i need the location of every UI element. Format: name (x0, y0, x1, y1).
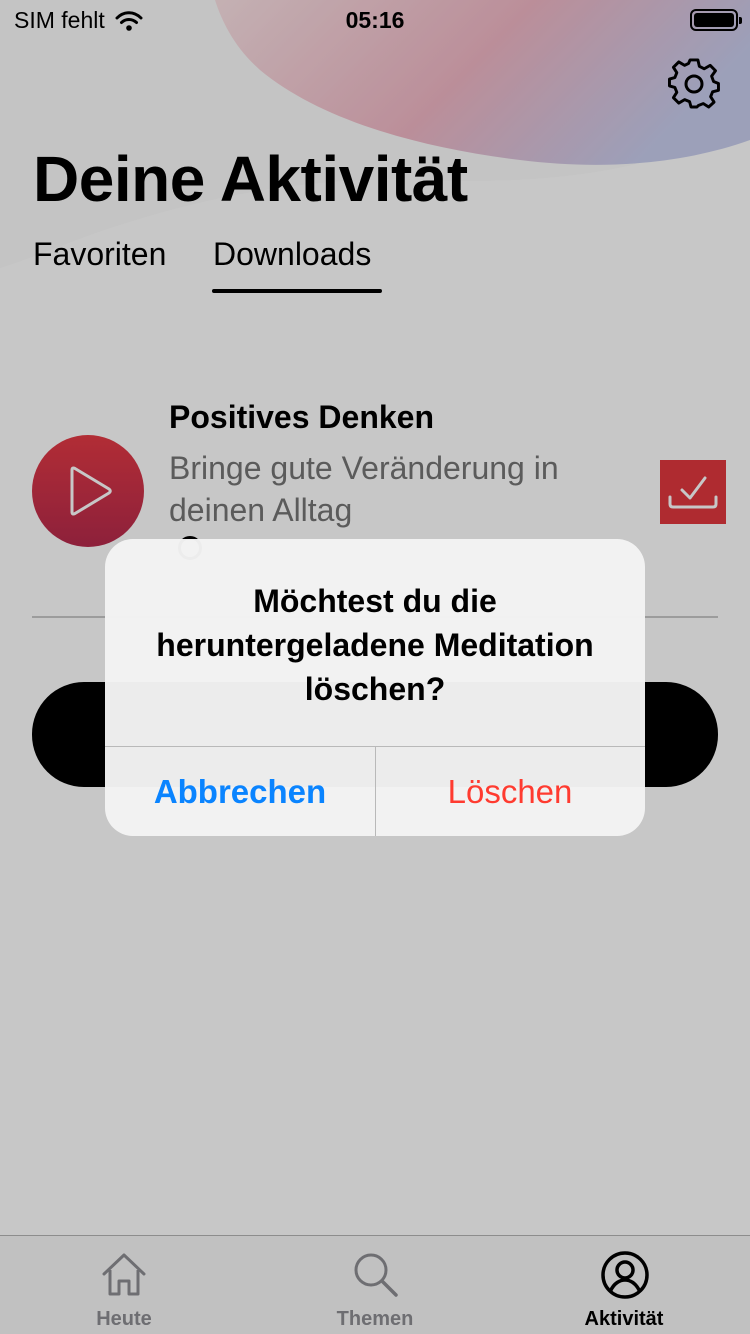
delete-confirmation-dialog: Möchtest du die heruntergeladene Meditat… (105, 539, 645, 836)
cancel-button[interactable]: Abbrechen (105, 747, 375, 836)
activity-screen: SIM fehlt 05:16 Deine Aktivität Favorite… (0, 0, 750, 1334)
delete-button[interactable]: Löschen (375, 747, 645, 836)
dialog-message: Möchtest du die heruntergeladene Meditat… (156, 583, 594, 707)
